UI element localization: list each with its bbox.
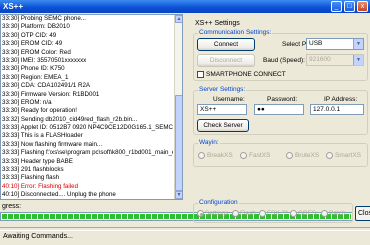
log-line: 33:30] Probing SEMC phone... <box>2 15 86 22</box>
radio-fastxs[interactable] <box>240 152 247 159</box>
radio-fsx[interactable] <box>259 210 266 217</box>
log-line: 33:30] Firmware Version: R1BD001 <box>2 90 100 98</box>
radio-smartxs[interactable] <box>326 152 333 159</box>
baud-value: 921600 <box>309 56 331 63</box>
progress-label: gress: <box>2 203 22 210</box>
window-title: XS++ <box>3 2 24 11</box>
radio-settings[interactable] <box>197 210 204 217</box>
status-bar: Awaiting Commands... <box>0 227 370 245</box>
radio-label-brutexs: BruteXS <box>295 152 320 159</box>
baud-label: Baud (Speed): <box>263 57 305 64</box>
log-line: 33:33] Flashing flash <box>2 174 60 182</box>
log-lines: 33:30] Probing SEMC phone... 33:30] Platf… <box>2 15 173 199</box>
baud-select[interactable]: 921600 ▼ <box>306 54 364 66</box>
log-line: 40:10] Error: Flashing failed <box>2 182 79 190</box>
radio-label-fsx: FSX ™ <box>267 210 288 217</box>
status-divider <box>0 230 370 231</box>
log-line: 33:30] Platform: DB2010 <box>2 23 70 31</box>
scroll-up-icon[interactable]: ▲ <box>175 15 182 23</box>
chevron-down-icon[interactable]: ▼ <box>353 55 363 65</box>
log-panel[interactable]: 33:30] Probing SEMC phone... 33:30] Platf… <box>0 14 183 200</box>
configuration-legend: Configuration <box>198 199 239 206</box>
log-line: 33:33] Flashing f:\xs\se\program pc\soft… <box>2 149 173 157</box>
close-button[interactable]: Clos <box>355 206 370 221</box>
check-server-button[interactable]: Check Server <box>197 119 249 132</box>
radio-label-settings: Settings <box>205 210 229 217</box>
log-scrollbar[interactable]: ▲ ▼ <box>174 15 182 199</box>
port-select[interactable]: USB ▼ <box>306 38 364 50</box>
password-label: Password: <box>267 96 298 103</box>
log-line: 33:30] CDA: CDA102491/1 R2A <box>2 82 91 90</box>
username-label: Username: <box>213 96 245 103</box>
ip-label: IP Address: <box>324 96 358 103</box>
smartphone-label: SMARTPHONE CONNECT <box>206 71 286 78</box>
maximize-button[interactable]: □ <box>344 1 355 12</box>
wayin-legend: Wayin: <box>198 139 220 146</box>
log-line: 40:10] Disconnected.... Unplug the phone <box>2 191 116 199</box>
scroll-down-icon[interactable]: ▼ <box>175 191 182 199</box>
log-line: 33:33] 291 flashblocks <box>2 166 64 174</box>
radio-gdfs[interactable] <box>290 210 297 217</box>
communication-legend: Communication Settings: <box>198 29 273 36</box>
window-titlebar: XS++ <box>0 0 370 13</box>
log-line: 33:30] EROM: n/a <box>2 98 52 106</box>
log-line: 33:30] OTP CID: 49 <box>2 31 57 39</box>
smartphone-checkbox[interactable] <box>197 71 204 78</box>
log-line: 33:30] Region: EMEA_1 <box>2 73 69 81</box>
disconnect-button[interactable]: Disconnect <box>197 54 255 67</box>
radio-label-patch: Patch <box>329 210 346 217</box>
log-line: 33:32] Sending db2010_cid49red_flash_r2b… <box>2 115 138 123</box>
server-legend: Server Settings: <box>198 86 247 93</box>
log-line: 33:30] EROM CID: 49 <box>2 40 63 48</box>
log-line: 33:33] Now flashing firmware main... <box>2 140 103 148</box>
radio-breakxs[interactable] <box>198 152 205 159</box>
log-line: 33:30] Phone ID: K750 <box>2 65 65 73</box>
connect-button[interactable]: Connect <box>197 38 255 51</box>
radio-patch[interactable] <box>321 210 328 217</box>
username-input[interactable]: XS++ <box>197 104 247 115</box>
radio-label-smartxs: SmartXS <box>335 152 362 159</box>
panel-title: XS++ Settings <box>195 20 240 27</box>
radio-label-gdfs: GDFS <box>298 210 317 217</box>
scroll-thumb[interactable] <box>175 95 182 191</box>
minimize-button[interactable]: _ <box>331 1 342 12</box>
radio-label-breakxs: BreakXS <box>207 152 233 159</box>
log-line: 33:30] EROM Color: Red <box>2 48 71 56</box>
log-line: 33:33] Applet ID: 0512B7 0920 NP4C9CE12D… <box>2 124 173 132</box>
status-text: Awaiting Commands... <box>3 233 73 240</box>
port-value: USB <box>309 40 323 47</box>
log-line: 33:33] This is a FLASHloader <box>2 132 83 140</box>
log-line: 33:33] Header type BABE <box>2 157 73 165</box>
radio-flash[interactable] <box>232 210 239 217</box>
log-line: 33:30] Ready for operation! <box>2 107 77 115</box>
radio-label-flash: Flash <box>240 210 256 217</box>
close-window-button[interactable]: x <box>357 1 368 12</box>
ip-input[interactable]: 127.0.0.1 <box>310 104 364 115</box>
radio-brutexs[interactable] <box>286 152 293 159</box>
chevron-down-icon[interactable]: ▼ <box>353 39 363 49</box>
password-input[interactable]: ●● <box>254 104 304 115</box>
radio-label-fastxs: FastXS <box>249 152 271 159</box>
log-line: 33:30] IMEI: 35570501xxxxxxx <box>2 56 87 64</box>
